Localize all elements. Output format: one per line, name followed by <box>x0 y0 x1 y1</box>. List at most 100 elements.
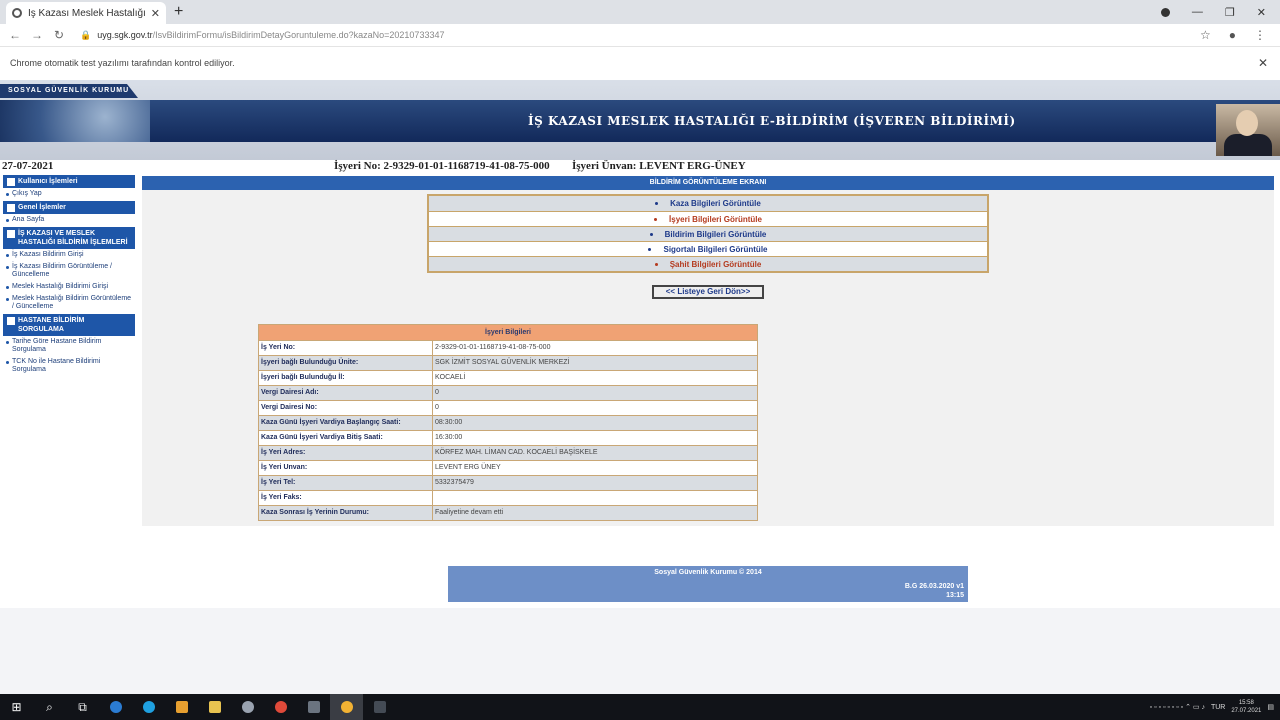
sidebar: Kullanıcı İşlemleri Çıkış Yap Genel İşle… <box>0 174 138 376</box>
sidebar-section-title: Kullanıcı İşlemleri <box>18 178 78 185</box>
menu-isyeri-bilgileri[interactable]: İşyeri Bilgileri Görüntüle <box>429 211 987 226</box>
table-row: Kaza Sonrası İş Yerinin Durumu: Faaliyeti… <box>259 505 757 520</box>
tray-icons[interactable]: ▫ ▫ ▫ ▫ ▫ ▫ ▫ ▫ ⌃ ▭ ♪ <box>1150 703 1205 711</box>
minimize-icon[interactable]: — <box>1192 6 1203 18</box>
sidebar-item-kaza-goruntuleme[interactable]: İş Kazası Bildirim Görüntüleme / Güncell… <box>0 261 138 281</box>
bullet-icon <box>648 247 652 251</box>
back-arrow-icon[interactable]: ← <box>8 28 22 42</box>
menu-item-label: İşyeri Bilgileri Görüntüle <box>669 214 762 224</box>
site-banner: SOSYAL GÜVENLİK KURUMU İŞ KAZASI MESLEK … <box>0 80 1280 160</box>
row-label: Vergi Dairesi Adı: <box>259 386 433 400</box>
sidebar-section-genel: Genel İşlemler <box>3 201 135 214</box>
row-value: 0 <box>433 386 757 400</box>
language-indicator[interactable]: TUR <box>1211 704 1225 711</box>
version-time: 13:15 <box>946 592 964 599</box>
sidebar-item-tarihe-gore[interactable]: Tarihe Göre Hastane Bildirim Sorgulama <box>0 336 138 356</box>
restore-icon[interactable]: ❐ <box>1225 6 1235 19</box>
sidebar-section-title: İŞ KAZASI VE MESLEK HASTALIĞI BİLDİRİM İ… <box>18 230 128 246</box>
row-label: İş Yeri No: <box>259 341 433 355</box>
close-tab-icon[interactable]: ✕ <box>151 7 160 20</box>
table-title: İşyeri Bilgileri <box>259 325 757 340</box>
file-explorer-icon[interactable] <box>198 694 231 720</box>
app-arrow-icon[interactable] <box>363 694 396 720</box>
menu-kaza-bilgileri[interactable]: Kaza Bilgileri Görüntüle <box>429 196 987 211</box>
isyeri-no: İşyeri No: 2-9329-01-01-1168719-41-08-75… <box>334 160 550 172</box>
reload-icon[interactable]: ↻ <box>52 28 66 42</box>
ie-icon[interactable] <box>99 694 132 720</box>
automation-infobar: Chrome otomatik test yazılımı tarafından… <box>0 46 1280 78</box>
menu-bildirim-bilgileri[interactable]: Bildirim Bilgileri Görüntüle <box>429 226 987 241</box>
sidebar-item-tck-no[interactable]: TCK No ile Hastane Bildirimi Sorgulama <box>0 356 138 376</box>
table-row: Vergi Dairesi No: 0 <box>259 400 757 415</box>
row-value: 08:30:00 <box>433 416 757 430</box>
notification-icon[interactable]: ▤ <box>1267 703 1274 711</box>
banner-title: İŞ KAZASI MESLEK HASTALIĞI E-BİLDİRİM (İ… <box>528 114 1016 128</box>
sidebar-item-label: Çıkış Yap <box>12 190 42 197</box>
row-value: 16:30:00 <box>435 434 463 441</box>
table-row: Kaza Günü İşyeri Vardiya Bitiş Saati: 16:… <box>259 430 757 445</box>
page: SOSYAL GÜVENLİK KURUMU İŞ KAZASI MESLEK … <box>0 78 1280 608</box>
close-window-icon[interactable]: ✕ <box>1257 6 1266 19</box>
edge-icon[interactable] <box>132 694 165 720</box>
section-icon <box>7 317 15 325</box>
row-label: Kaza Günü İşyeri Vardiya Başlangıç Saati… <box>259 416 433 430</box>
sidebar-item-label: Meslek Hastalığı Bildirimi Girişi <box>12 283 109 290</box>
record-icon[interactable] <box>1160 7 1170 17</box>
lock-icon[interactable]: 🔒 <box>80 30 91 41</box>
sidebar-item-ana-sayfa[interactable]: Ana Sayfa <box>0 214 138 226</box>
system-tray: ▫ ▫ ▫ ▫ ▫ ▫ ▫ ▫ ⌃ ▭ ♪ TUR 15:58 27.07.20… <box>1150 699 1280 715</box>
menu-kebab-icon[interactable]: ⋮ <box>1254 28 1266 42</box>
bullet-icon <box>6 341 9 344</box>
menu-sahit-bilgileri[interactable]: Şahit Bilgileri Görüntüle <box>429 256 987 271</box>
app-orange-icon[interactable] <box>165 694 198 720</box>
search-icon[interactable]: ⌕ <box>33 694 66 720</box>
sidebar-item-kaza-giris[interactable]: İş Kazası Bildirim Girişi <box>0 249 138 261</box>
sidebar-section-kullanici: Kullanıcı İşlemleri <box>3 175 135 188</box>
bullet-icon <box>6 193 9 196</box>
browser-tab[interactable]: İş Kazası Meslek Hastalığı Bildirimi ✕ <box>6 2 166 24</box>
sidebar-item-label: Tarihe Göre Hastane Bildirim Sorgulama <box>12 338 102 353</box>
section-icon <box>7 178 15 186</box>
chrome-active-icon[interactable] <box>330 694 363 720</box>
chrome-icon[interactable] <box>264 694 297 720</box>
bullet-icon <box>6 266 9 269</box>
menu-item-label: Sigortalı Bilgileri Görüntüle <box>663 244 768 254</box>
menu-sigortali-bilgileri[interactable]: Sigortalı Bilgileri Görüntüle <box>429 241 987 256</box>
footer-copyright: Sosyal Güvenlik Kurumu © 2014 <box>654 569 762 576</box>
app-pen-icon[interactable] <box>297 694 330 720</box>
sgk-logo: SOSYAL GÜVENLİK KURUMU <box>0 84 138 98</box>
tab-title: İş Kazası Meslek Hastalığı Bildirimi <box>28 7 147 19</box>
address-bar[interactable]: uyg.sgk.gov.tr/IsvBildirimFormu/isBildir… <box>97 30 444 40</box>
profile-icon[interactable]: ● <box>1229 28 1236 42</box>
start-icon[interactable]: ⊞ <box>0 694 33 720</box>
new-tab-button[interactable]: + <box>174 3 183 21</box>
ataturk-portrait <box>1216 104 1280 156</box>
browser-toolbar: ← → ↻ 🔒 uyg.sgk.gov.tr/IsvBildirimFormu/… <box>0 24 1280 46</box>
site-favicon-icon <box>12 8 22 18</box>
sidebar-item-cikis[interactable]: Çıkış Yap <box>0 188 138 200</box>
sidebar-item-meslek-giris[interactable]: Meslek Hastalığı Bildirimi Girişi <box>0 281 138 293</box>
sidebar-item-label: Ana Sayfa <box>12 216 45 223</box>
sidebar-item-label: TCK No ile Hastane Bildirimi Sorgulama <box>12 358 101 373</box>
row-label: İş Yeri Tel: <box>259 476 433 490</box>
menu-item-label: Şahit Bilgileri Görüntüle <box>669 259 762 269</box>
bookmark-star-icon[interactable]: ☆ <box>1200 28 1211 42</box>
infobar-close-icon[interactable]: ✕ <box>1258 56 1280 70</box>
row-value: KOCAELİ <box>435 374 466 381</box>
task-view-icon[interactable]: ⧉ <box>66 694 99 720</box>
windows-taskbar: ⊞ ⌕ ⧉ ▫ ▫ ▫ ▫ ▫ ▫ ▫ ▫ ⌃ ▭ ♪ TUR 15:58 27… <box>0 694 1280 720</box>
forward-arrow-icon[interactable]: → <box>30 28 44 42</box>
isyeri-details-table: İşyeri Bilgileri İş Yeri No: 2-9329-01-01… <box>258 324 758 521</box>
app-bird-icon[interactable] <box>231 694 264 720</box>
row-label: İşyeri bağlı Bulunduğu Ünite: <box>259 356 433 370</box>
back-to-list-button[interactable]: << Listeye Geri Dön>> <box>652 285 764 299</box>
clock[interactable]: 15:58 27.07.2021 <box>1231 699 1261 715</box>
row-label: Vergi Dairesi No: <box>259 401 433 415</box>
bullet-icon <box>6 286 9 289</box>
section-icon <box>7 204 15 212</box>
sidebar-item-meslek-goruntuleme[interactable]: Meslek Hastalığı Bildirim Görüntüleme / … <box>0 293 138 313</box>
row-label: İş Yeri Unvan: <box>259 461 433 475</box>
screen-title: BİLDİRİM GÖRÜNTÜLEME EKRANI <box>142 176 1274 190</box>
browser-tabstrip: İş Kazası Meslek Hastalığı Bildirimi ✕ +… <box>0 0 1280 24</box>
row-label: İş Yeri Adres: <box>259 446 433 460</box>
